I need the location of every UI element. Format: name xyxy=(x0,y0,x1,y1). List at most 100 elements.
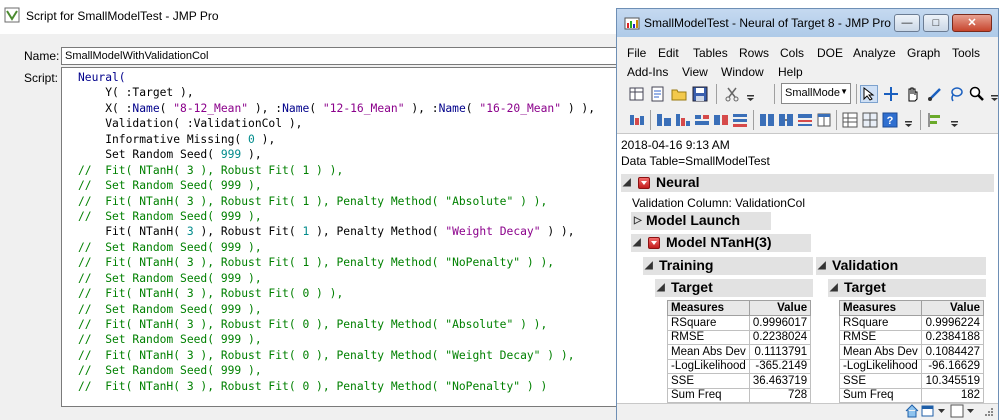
stack-icon[interactable] xyxy=(693,111,711,129)
toolbar2-overflow-icon[interactable] xyxy=(946,111,964,129)
cut-icon[interactable] xyxy=(723,85,741,103)
measure-name: RSquare xyxy=(838,315,923,331)
brush-tool-icon[interactable] xyxy=(926,85,944,103)
script-code: Neural( Y( :Target ), X( :Name( "8-12_Me… xyxy=(78,70,596,406)
home-icon[interactable] xyxy=(905,404,919,418)
data-table-combo[interactable]: SmallMode ▼ xyxy=(781,83,851,104)
validation-outline-header[interactable]: ◢ Validation xyxy=(816,257,986,275)
table-row: -LogLikelihood -96.16629 xyxy=(838,358,984,374)
minimize-button[interactable]: — xyxy=(894,14,920,32)
training-target-outline-header[interactable]: ◢ Target xyxy=(655,279,813,297)
report-window-title: SmallModelTest - Neural of Target 8 - JM… xyxy=(644,16,891,30)
code-token: ) ), xyxy=(540,225,575,239)
model-launch-outline-header[interactable]: ▷ Model Launch xyxy=(631,212,771,230)
validation-title: Validation xyxy=(832,257,899,273)
menu-doe[interactable]: DOE xyxy=(817,46,843,60)
script-window: Script for SmallModelTest - JMP Pro Name… xyxy=(0,0,640,420)
menu-help[interactable]: Help xyxy=(778,65,803,79)
chevron-down-icon[interactable] xyxy=(966,404,976,418)
script-name-field[interactable] xyxy=(61,47,617,65)
open-folder-icon[interactable] xyxy=(670,85,688,103)
measure-value: 10.345519 xyxy=(921,373,984,389)
collapse-triangle-icon[interactable]: ◢ xyxy=(633,237,641,248)
expand-triangle-icon[interactable]: ▷ xyxy=(634,215,642,226)
collapse-triangle-icon[interactable]: ◢ xyxy=(830,282,838,293)
code-token: 3 xyxy=(186,225,194,239)
model-ntanh-outline-header[interactable]: ◢ Model NTanH(3) xyxy=(631,234,811,252)
red-triangle-menu-icon[interactable] xyxy=(648,237,660,249)
table-row: -LogLikelihood -365.2149 xyxy=(667,358,812,374)
code-token: ), xyxy=(254,132,276,146)
menu-tables[interactable]: Tables xyxy=(693,46,728,60)
code-token: ) ), xyxy=(561,101,596,115)
join-icon[interactable] xyxy=(777,111,795,129)
code-line: // Fit( NTanH( 3 ), Robust Fit( 1 ), Pen… xyxy=(78,194,595,209)
red-triangle-menu-icon[interactable] xyxy=(638,177,650,189)
report-window-titlebar[interactable]: SmallModelTest - Neural of Target 8 - JM… xyxy=(617,9,998,37)
concatenate-icon[interactable] xyxy=(758,111,776,129)
collapse-triangle-icon[interactable]: ◢ xyxy=(645,260,653,271)
window-list-icon[interactable] xyxy=(921,404,935,418)
measure-name: SSE xyxy=(667,373,750,389)
split-icon[interactable] xyxy=(712,111,730,129)
table-row: RMSE 0.2384188 xyxy=(838,329,984,345)
toolbar1-more-icon[interactable] xyxy=(742,85,760,103)
transpose-icon[interactable] xyxy=(731,111,749,129)
subset-icon[interactable] xyxy=(655,111,673,129)
save-icon[interactable] xyxy=(691,85,709,103)
menu-file[interactable]: File xyxy=(627,46,646,60)
crosshair-tool-icon[interactable] xyxy=(882,85,900,103)
neural-title: Neural xyxy=(656,174,700,190)
new-script-icon[interactable] xyxy=(649,85,667,103)
magnifier-icon[interactable] xyxy=(968,85,986,103)
measure-name: Mean Abs Dev xyxy=(838,344,923,360)
table-view-icon[interactable] xyxy=(841,111,859,129)
menu-edit[interactable]: Edit xyxy=(658,46,679,60)
neural-outline-header[interactable]: ◢ Neural xyxy=(621,174,994,192)
code-token: 0 xyxy=(248,132,255,146)
menu-analyze[interactable]: Analyze xyxy=(853,46,896,60)
layout-icon[interactable] xyxy=(950,404,964,418)
validation-target-outline-header[interactable]: ◢ Target xyxy=(828,279,986,297)
new-data-table-icon[interactable] xyxy=(628,85,646,103)
code-token: "16-20_Mean" xyxy=(479,101,562,115)
maximize-button[interactable]: □ xyxy=(923,14,949,32)
tabulate-icon[interactable] xyxy=(815,111,833,129)
close-button[interactable]: ✕ xyxy=(952,14,992,32)
chevron-down-icon[interactable] xyxy=(937,404,947,418)
menu-add-ins[interactable]: Add-Ins xyxy=(627,65,668,79)
menu-window[interactable]: Window xyxy=(721,65,764,79)
toolbar2-more-icon[interactable] xyxy=(900,111,918,129)
align-icon[interactable] xyxy=(926,111,944,129)
code-token: // Set Random Seed( 999 ), xyxy=(78,364,262,378)
code-token: Y( :Target ), xyxy=(78,86,194,100)
collapse-triangle-icon[interactable]: ◢ xyxy=(657,282,665,293)
grid-view-icon[interactable] xyxy=(861,111,879,129)
toolbar-standard: SmallMode ▼ xyxy=(624,83,998,105)
close-icon: ✕ xyxy=(967,17,977,29)
lasso-tool-icon[interactable] xyxy=(947,85,965,103)
training-outline-header[interactable]: ◢ Training xyxy=(643,257,813,275)
help-icon[interactable]: ? xyxy=(881,111,899,129)
script-window-titlebar[interactable]: Script for SmallModelTest - JMP Pro xyxy=(0,0,640,34)
menu-graph[interactable]: Graph xyxy=(907,46,940,60)
script-editor[interactable]: Neural( Y( :Target ), X( :Name( "8-12_Me… xyxy=(61,67,617,407)
menu-cols[interactable]: Cols xyxy=(780,46,804,60)
measure-name: RMSE xyxy=(838,329,923,345)
grabber-hand-icon[interactable] xyxy=(904,85,922,103)
table-row: Sum Freq 182 xyxy=(838,387,984,403)
toolbar1-overflow-icon[interactable] xyxy=(986,85,999,103)
update-icon[interactable] xyxy=(796,111,814,129)
menu-rows[interactable]: Rows xyxy=(739,46,769,60)
resize-grip-icon[interactable] xyxy=(982,404,994,418)
code-line: Neural( xyxy=(78,70,595,85)
menu-tools[interactable]: Tools xyxy=(952,46,980,60)
measure-name: Mean Abs Dev xyxy=(667,344,750,360)
sort-icon[interactable] xyxy=(674,111,692,129)
menu-view[interactable]: View xyxy=(682,65,708,79)
collapse-triangle-icon[interactable]: ◢ xyxy=(818,260,826,271)
summary-icon[interactable] xyxy=(628,111,646,129)
arrow-tool-icon[interactable] xyxy=(860,85,878,103)
measure-value: -96.16629 xyxy=(921,358,984,374)
collapse-triangle-icon[interactable]: ◢ xyxy=(623,177,631,188)
